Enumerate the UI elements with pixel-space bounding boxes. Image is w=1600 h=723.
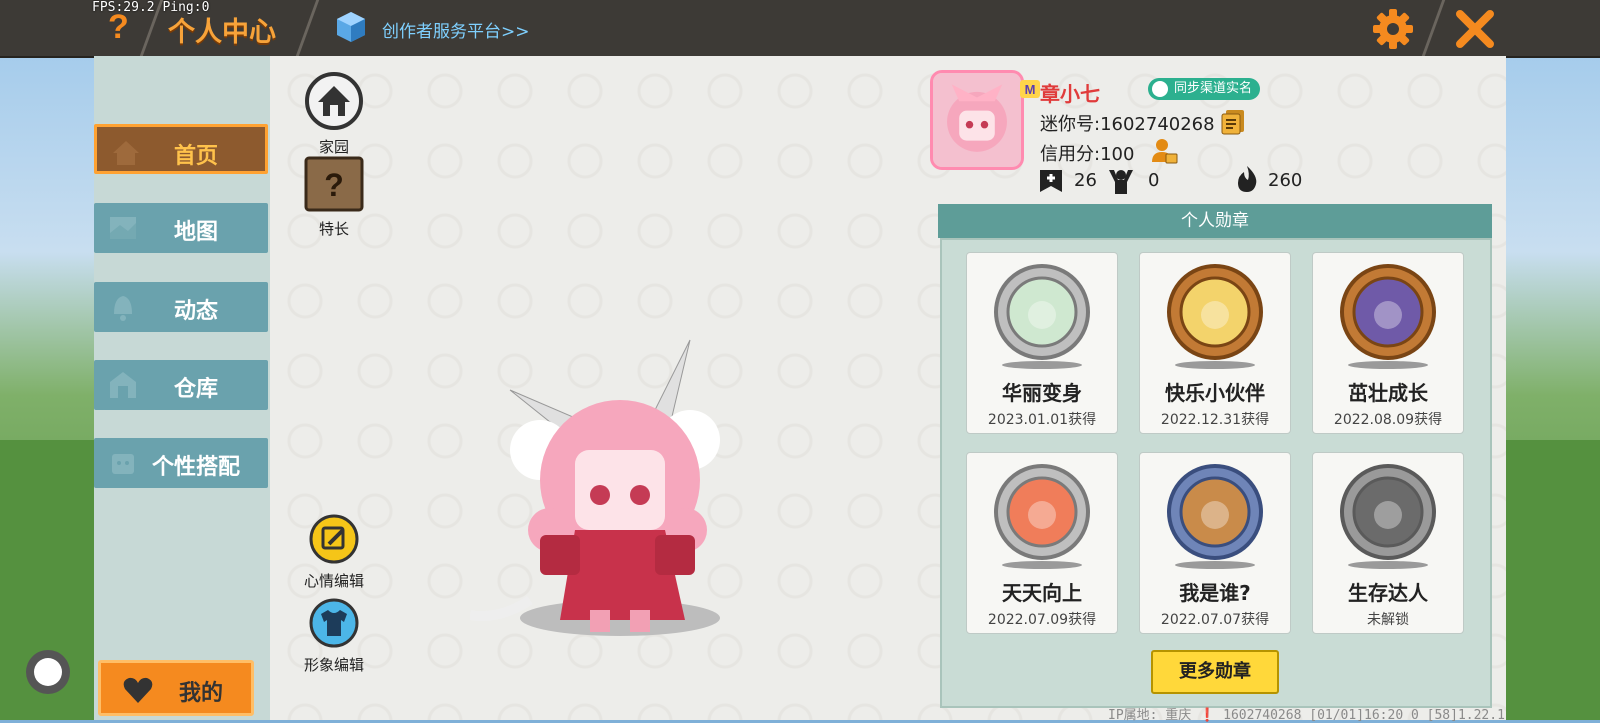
credit-profile-icon[interactable] [1150,136,1178,164]
medal-name: 快乐小伙伴 [1165,381,1265,405]
svg-text:?: ? [324,167,344,203]
scenery-right [1500,440,1600,720]
profile-avatar[interactable] [930,70,1024,170]
medal-name: 华丽变身 [1002,381,1082,405]
medal-name: 天天向上 [1002,581,1082,605]
medal-shadow [1002,561,1082,569]
mood-edit-button[interactable]: 心情编辑 [296,514,372,591]
home-garden-label: 家园 [318,138,349,156]
help-icon[interactable]: ? [108,8,129,47]
mini-id: 迷你号:1602740268 [1040,114,1215,135]
medal-date: 2023.01.01获得 [987,412,1097,428]
more-medals-button[interactable]: 更多勋章 [1151,650,1279,694]
friends-count: 26 [1074,170,1097,191]
medal-date: 2022.08.09获得 [1333,412,1443,428]
medal-name: 生存达人 [1348,581,1428,605]
skill-button[interactable]: ? 特长 [302,156,366,239]
fans-cheer-icon [1109,170,1133,194]
heart-icon [123,677,153,703]
medal-card[interactable]: 快乐小伙伴 2022.12.31获得 [1139,252,1291,434]
divider [295,0,320,56]
medal-shadow [1348,561,1428,569]
footer-status: IP属地: 重庆 ❗ 1602740268 [01/01]16:20 0 [58… [1108,708,1505,723]
medal-card[interactable]: 华丽变身 2023.01.01获得 [966,252,1118,434]
home-garden-button[interactable]: 家园 [302,72,366,157]
medal-card[interactable]: 我是谁? 2022.07.07获得 [1139,452,1291,634]
medal-icon [994,464,1090,560]
shirt-icon [309,598,359,648]
medal-icon [994,264,1090,360]
sidebar-item-map[interactable]: 地图 [94,203,268,253]
medal-date: 2022.07.09获得 [987,612,1097,628]
medal-icon [1340,264,1436,360]
page-title: 个人中心 [168,17,276,48]
fans-count: 0 [1148,170,1160,191]
vip-m-icon: M [1020,80,1040,98]
image-edit-button[interactable]: 形象编辑 [296,598,372,675]
sidebar-item-label: 个性搭配 [151,455,240,480]
medal-card[interactable]: 生存达人 未解锁 [1312,452,1464,634]
sidebar-item-warehouse[interactable]: 仓库 [94,360,268,410]
svg-text:M: M [1025,82,1036,97]
sidebar-item-label: 动态 [173,299,218,324]
character-avatar-3d[interactable] [470,330,750,660]
medal-icon [1167,464,1263,560]
medal-shadow [1002,361,1082,369]
house-icon [305,72,363,130]
close-icon[interactable] [1452,6,1498,52]
medal-card[interactable]: 天天向上 2022.07.09获得 [966,452,1118,634]
sidebar-item-label: 仓库 [173,377,218,402]
edit-pencil-icon [309,514,359,564]
medal-date: 2022.12.31获得 [1160,412,1270,428]
medal-shadow [1175,361,1255,369]
medal-shadow [1348,361,1428,369]
settings-gear-icon[interactable] [1370,6,1416,52]
mine-label: 我的 [179,681,224,706]
credit-score: 信用分:100 [1040,144,1135,165]
sidebar-item-label: 地图 [173,220,218,245]
medal-name: 我是谁? [1179,581,1251,605]
medal-shadow [1175,561,1255,569]
divider [1421,0,1446,56]
medal-card[interactable]: 茁壮成长 2022.08.09获得 [1312,252,1464,434]
mood-edit-label: 心情编辑 [303,572,364,590]
sidebar-item-outfit[interactable]: 个性搭配 [94,438,268,488]
popularity-flame-icon [1238,166,1257,192]
mine-button[interactable]: 我的 [98,660,254,716]
top-bar: FPS:29.2 Ping:0 ? 个人中心 创作者服务平台>> [0,0,1600,58]
username: 章小七 [1040,82,1100,106]
question-box-icon: ? [304,156,364,212]
medal-name: 茁壮成长 [1348,381,1428,405]
sidebar-item-home[interactable]: 首页 [94,124,268,174]
creator-platform-link[interactable]: 创作者服务平台>> [382,17,530,42]
add-friend-icon [1040,170,1062,192]
medals-header: 个人勋章 [938,204,1492,238]
sidebar-item-feed[interactable]: 动态 [94,282,268,332]
medal-date: 未解锁 [1367,612,1409,628]
creator-cube-icon[interactable] [334,10,368,44]
medal-date: 2022.07.07获得 [1160,612,1270,628]
copy-icon[interactable] [1220,108,1246,136]
popularity-count: 260 [1268,170,1303,191]
skill-label: 特长 [318,220,349,238]
medal-icon [1167,264,1263,360]
sidebar-item-label: 首页 [173,144,218,169]
medal-icon [1340,464,1436,560]
image-edit-label: 形象编辑 [303,656,364,674]
joystick-button[interactable] [26,650,70,694]
realname-badge[interactable]: 同步渠道实名 [1148,78,1261,100]
